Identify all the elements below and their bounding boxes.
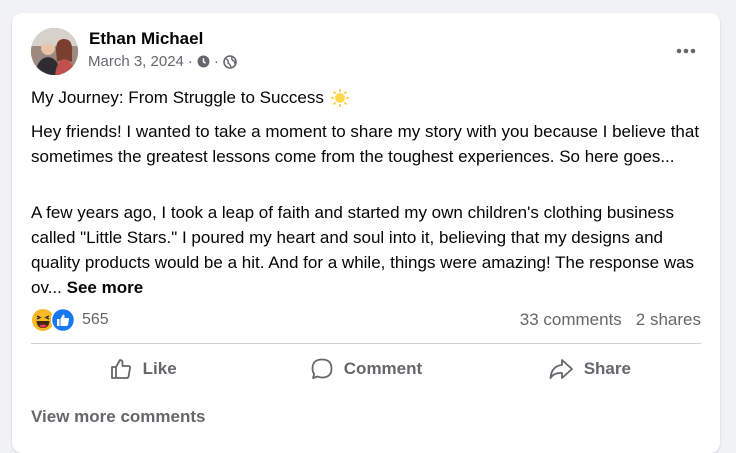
post-title: My Journey: From Struggle to Success bbox=[31, 88, 350, 108]
post-paragraph-1: Hey friends! I wanted to take a moment t… bbox=[31, 122, 700, 166]
like-label: Like bbox=[142, 359, 177, 378]
like-reaction-icon bbox=[51, 308, 75, 332]
comment-button[interactable]: Comment bbox=[254, 349, 477, 389]
reaction-count: 565 bbox=[82, 311, 109, 328]
reactions-summary[interactable]: 565 bbox=[31, 307, 109, 333]
sun-emoji-icon bbox=[330, 89, 349, 107]
author-name[interactable]: Ethan Michael bbox=[89, 29, 203, 49]
view-more-comments-link[interactable]: View more comments bbox=[31, 407, 205, 427]
thumbs-up-icon bbox=[110, 359, 131, 379]
meta-separator-2: · bbox=[213, 53, 219, 70]
reaction-icons bbox=[31, 307, 78, 333]
post-paragraph-2: A few years ago, I took a leap of faith … bbox=[31, 200, 701, 300]
post-stats: 33 comments 2 shares bbox=[520, 310, 701, 330]
see-more-link[interactable]: See more bbox=[67, 278, 144, 297]
more-dots-icon bbox=[676, 48, 696, 54]
comment-bubble-icon bbox=[311, 358, 333, 379]
post-actions: Like Comment Share bbox=[31, 349, 701, 389]
comment-label: Comment bbox=[343, 359, 423, 378]
share-arrow-icon bbox=[549, 359, 573, 379]
like-button[interactable]: Like bbox=[31, 349, 254, 389]
post-title-text: My Journey: From Struggle to Success bbox=[31, 88, 324, 107]
shares-count[interactable]: 2 shares bbox=[636, 310, 701, 330]
post-meta: March 3, 2024 · · bbox=[88, 53, 237, 70]
comments-count[interactable]: 33 comments bbox=[520, 310, 622, 330]
globe-icon[interactable] bbox=[223, 54, 237, 69]
avatar[interactable] bbox=[31, 28, 78, 75]
share-label: Share bbox=[583, 359, 631, 378]
post-date[interactable]: March 3, 2024 bbox=[88, 53, 184, 70]
actions-divider bbox=[31, 343, 701, 344]
more-options-button[interactable] bbox=[670, 35, 702, 67]
avatar-photo bbox=[31, 28, 78, 75]
post-card: Ethan Michael March 3, 2024 · · My Journ… bbox=[12, 13, 720, 453]
clock-icon bbox=[197, 55, 210, 68]
meta-separator: · bbox=[187, 53, 193, 70]
share-button[interactable]: Share bbox=[478, 349, 701, 389]
